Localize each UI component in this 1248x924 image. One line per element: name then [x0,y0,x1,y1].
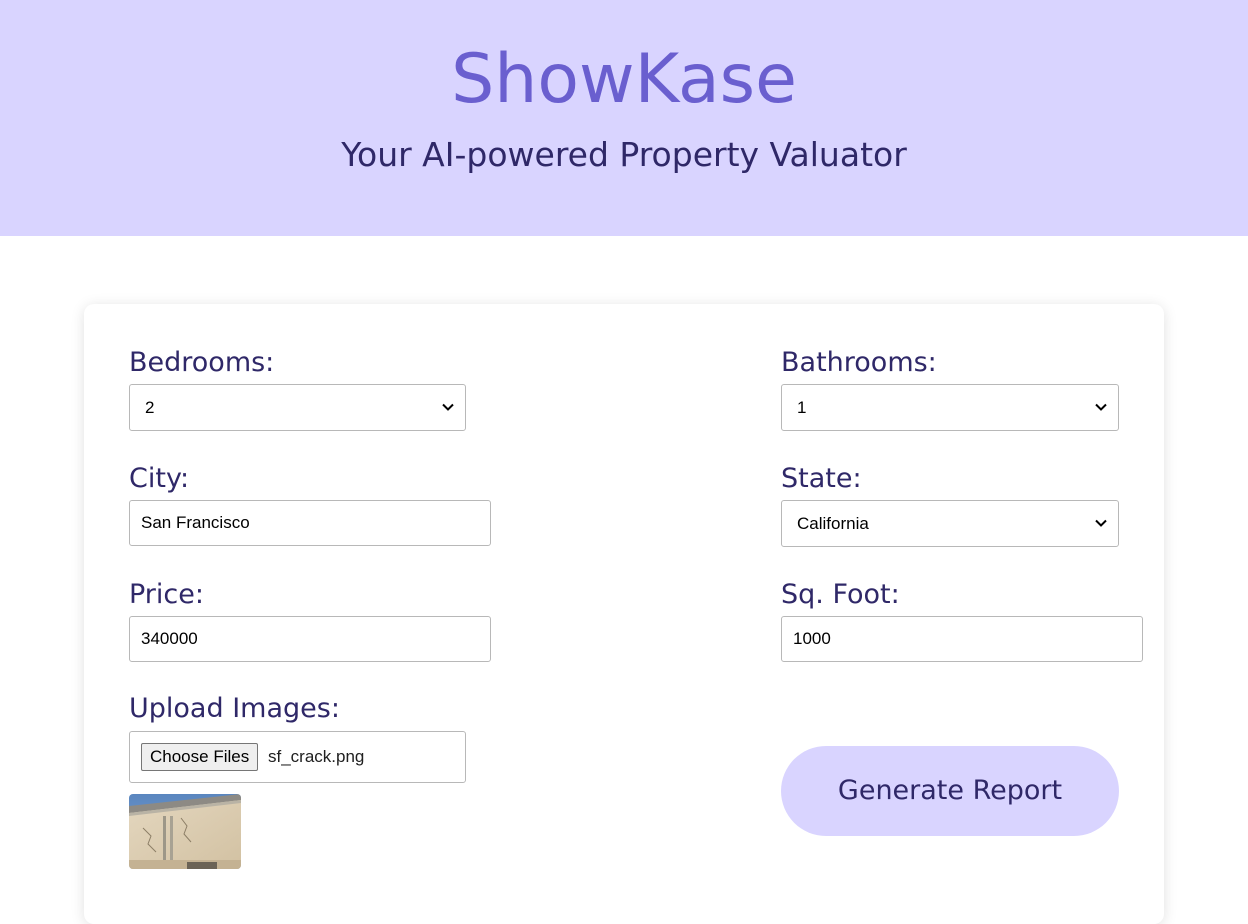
price-value: 340000 [141,629,198,648]
bedrooms-label: Bedrooms: [129,347,275,378]
sqft-label: Sq. Foot: [781,579,900,610]
brand-title: ShowKase [451,40,797,119]
price-input[interactable]: 340000 [129,616,491,662]
sqft-input[interactable]: 1000 [781,616,1143,662]
upload-images-label: Upload Images: [129,693,340,724]
bedrooms-value: 2 [145,398,155,417]
generate-report-button[interactable]: Generate Report [781,746,1119,836]
bathrooms-label: Bathrooms: [781,347,937,378]
header-banner: ShowKase Your AI-powered Property Valuat… [0,0,1248,236]
price-label: Price: [129,579,204,610]
chevron-down-icon [1095,519,1107,527]
uploaded-image-thumbnail [129,794,241,869]
image-preview-icon [129,794,241,869]
selected-file-name: sf_crack.png [268,747,365,766]
chevron-down-icon [442,403,454,411]
state-value: California [797,514,869,533]
city-value: San Francisco [141,513,250,532]
state-select[interactable]: California [781,500,1119,547]
bathrooms-select[interactable]: 1 [781,384,1119,431]
sqft-value: 1000 [793,629,831,648]
file-upload-input[interactable]: Choose Files sf_crack.png [129,731,466,783]
property-form-card: Bedrooms: 2 Bathrooms: 1 City: San Franc… [84,304,1164,924]
city-label: City: [129,463,190,494]
choose-files-button[interactable]: Choose Files [141,743,259,771]
bathrooms-value: 1 [797,398,807,417]
state-label: State: [781,463,862,494]
city-input[interactable]: San Francisco [129,500,491,546]
bedrooms-select[interactable]: 2 [129,384,466,431]
chevron-down-icon [1095,403,1107,411]
tagline: Your AI-powered Property Valuator [341,135,907,174]
